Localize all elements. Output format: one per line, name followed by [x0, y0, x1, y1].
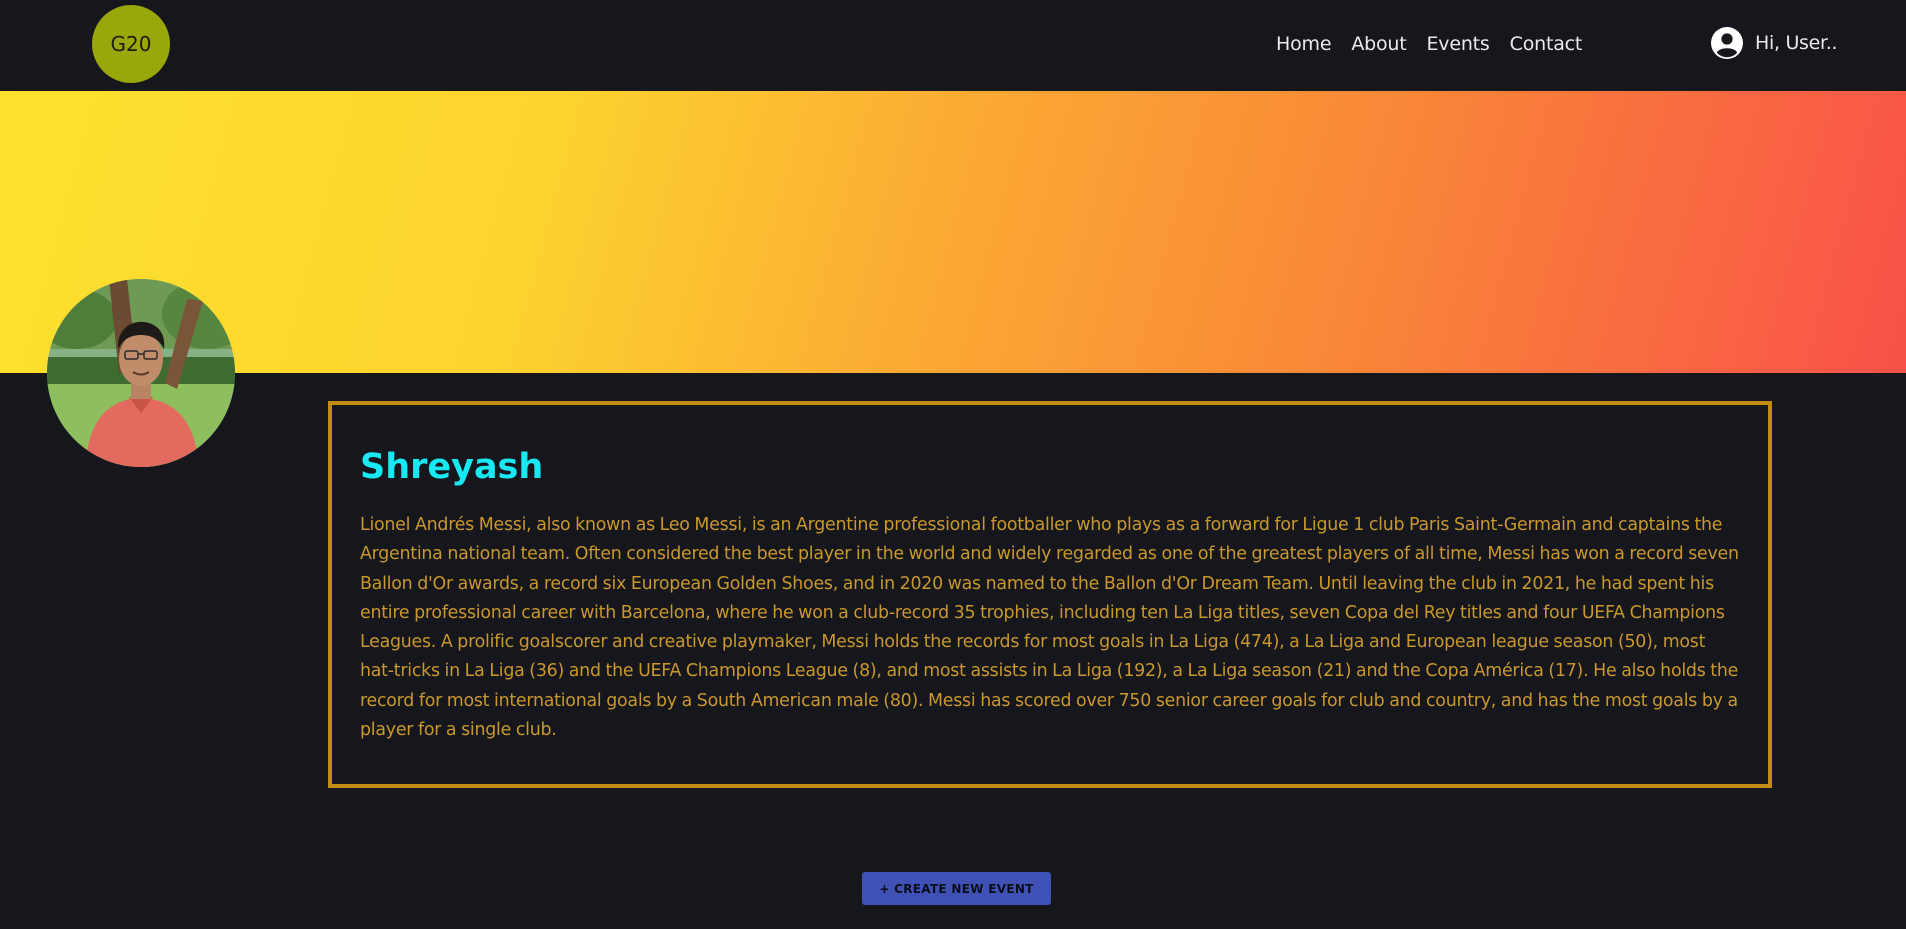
nav-link-contact[interactable]: Contact [1510, 33, 1583, 55]
bio-card: Shreyash Lionel Andrés Messi, also known… [328, 401, 1772, 788]
profile-avatar [47, 279, 235, 467]
profile-name: Shreyash [360, 447, 544, 487]
account-circle-icon[interactable] [1711, 27, 1743, 59]
logo[interactable]: G20 [92, 5, 170, 83]
nav-link-events[interactable]: Events [1427, 33, 1490, 55]
user-menu[interactable]: Hi, User.. [1711, 27, 1838, 59]
navbar: G20 Home About Events Contact Hi, User.. [0, 0, 1906, 91]
nav-links: Home About Events Contact [1276, 33, 1582, 55]
user-greeting: Hi, User.. [1755, 32, 1838, 54]
nav-link-about[interactable]: About [1351, 33, 1406, 55]
nav-link-home[interactable]: Home [1276, 33, 1332, 55]
create-event-button[interactable]: + CREATE NEW EVENT [862, 872, 1051, 905]
profile-banner [0, 91, 1906, 373]
profile-bio: Lionel Andrés Messi, also known as Leo M… [360, 515, 1739, 741]
